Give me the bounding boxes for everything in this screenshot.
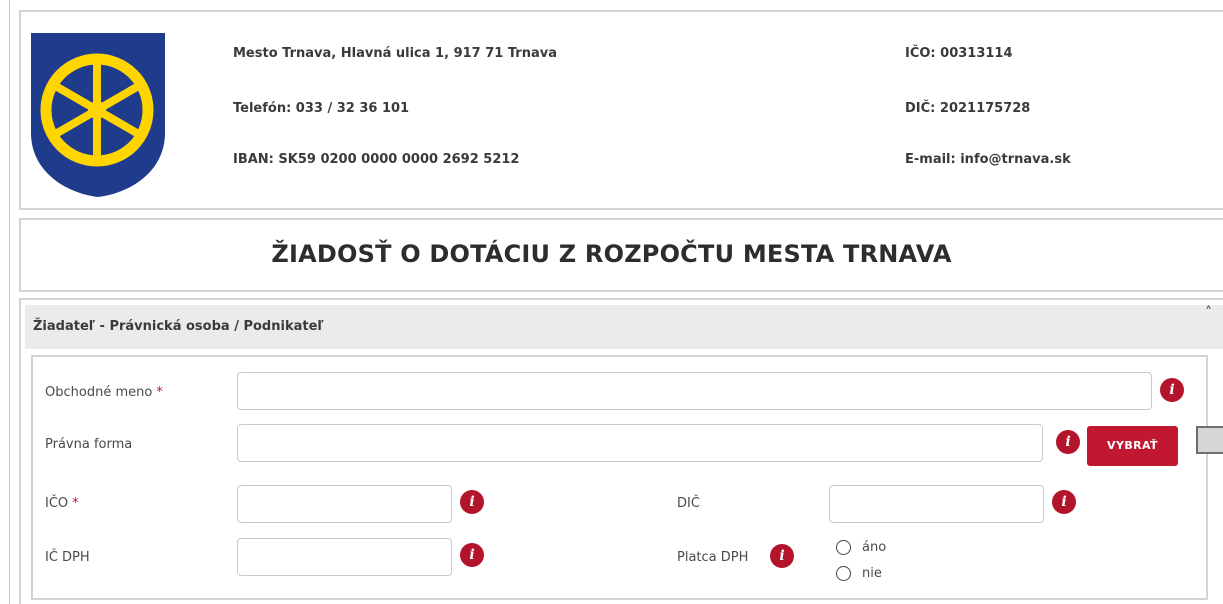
business-name-input[interactable] <box>237 372 1152 410</box>
side-panel-toggle[interactable] <box>1196 426 1223 454</box>
required-mark: * <box>72 496 79 511</box>
vat-payer-yes-label: áno <box>862 540 887 555</box>
ico-input[interactable] <box>237 485 452 523</box>
select-legal-form-button[interactable]: VYBRAŤ <box>1087 426 1178 466</box>
ico-label: IČO * <box>45 496 79 511</box>
dic-label: DIČ <box>677 496 700 511</box>
legal-form-label: Právna forma <box>45 437 133 452</box>
section-title: Žiadateľ - Právnická osoba / Podnikateľ <box>33 319 324 334</box>
vat-payer-label: Platca DPH <box>677 550 749 565</box>
header-dic: DIČ: 2021175728 <box>905 101 1031 116</box>
dic-input[interactable] <box>829 485 1044 523</box>
info-icon[interactable]: i <box>770 544 794 568</box>
info-icon[interactable]: i <box>460 490 484 514</box>
required-mark: * <box>156 385 163 400</box>
vat-id-label: IČ DPH <box>45 550 90 565</box>
info-icon[interactable]: i <box>1052 490 1076 514</box>
info-icon[interactable]: i <box>1056 430 1080 454</box>
vat-id-input[interactable] <box>237 538 452 576</box>
vat-payer-no-label: nie <box>862 566 882 581</box>
header-panel <box>19 10 1223 210</box>
info-icon[interactable]: i <box>460 543 484 567</box>
chevron-up-icon[interactable]: ˄ <box>1205 305 1212 321</box>
header-phone: Telefón: 033 / 32 36 101 <box>233 101 410 116</box>
info-icon[interactable]: i <box>1160 378 1184 402</box>
page-title: ŽIADOSŤ O DOTÁCIU Z ROZPOČTU MESTA TRNAV… <box>271 240 952 268</box>
business-name-label-text: Obchodné meno <box>45 385 153 400</box>
ico-label-text: IČO <box>45 496 69 511</box>
coat-of-arms-logo <box>31 33 165 197</box>
header-ico: IČO: 00313114 <box>905 46 1013 61</box>
business-name-label: Obchodné meno * <box>45 385 163 400</box>
left-border-line <box>9 0 10 604</box>
header-iban: IBAN: SK59 0200 0000 0000 2692 5212 <box>233 152 520 167</box>
vat-payer-yes-radio[interactable] <box>836 540 851 555</box>
header-email: E-mail: info@trnava.sk <box>905 152 1071 167</box>
header-address: Mesto Trnava, Hlavná ulica 1, 917 71 Trn… <box>233 46 557 61</box>
vat-payer-no-radio[interactable] <box>836 566 851 581</box>
legal-form-input[interactable] <box>237 424 1043 462</box>
